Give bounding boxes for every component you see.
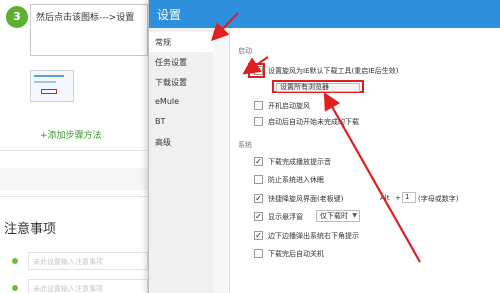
divider	[0, 196, 150, 197]
hotkey-modifier: Alt	[380, 194, 390, 202]
hotkey-hint: (字母或数字)	[418, 195, 459, 203]
settings-dialog: 设置 常规 任务设置 下载设置 eMule BT 高级 启动 ✓ 设置旋风为IE…	[148, 0, 500, 293]
float-mode-select[interactable]: 仅下载时 ▼	[316, 210, 360, 222]
sidebar-item-bt[interactable]: BT	[149, 112, 213, 132]
notice-bullet	[12, 258, 18, 264]
checkbox-checked[interactable]: ✓	[254, 194, 263, 203]
thumb-bar	[34, 81, 56, 83]
checkbox[interactable]	[254, 249, 263, 258]
step-screenshot-thumbnail[interactable]	[30, 70, 74, 102]
notice-input-1[interactable]: 未此设置输入注意事项	[28, 252, 148, 270]
settings-content: 启动 ✓ 设置旋风为IE默认下载工具(重启IE后生效) 设置所有浏览器 开机启动…	[229, 28, 500, 293]
add-step-method-link[interactable]: +添加步骤方法	[40, 128, 102, 141]
sidebar-item-advanced[interactable]: 高级	[149, 132, 213, 152]
section-strip	[0, 168, 150, 190]
notice-bullet	[12, 285, 18, 291]
checkbox-checked[interactable]: ✓	[254, 66, 263, 75]
dialog-title-bar: 设置	[149, 0, 500, 28]
divider	[0, 150, 150, 151]
thumb-highlight	[41, 89, 57, 94]
sidebar-item-task[interactable]: 任务设置	[149, 52, 213, 72]
notice-input-2[interactable]: 未此设置输入注意事项	[28, 279, 148, 293]
set-all-browsers-button[interactable]: 设置所有浏览器	[276, 83, 360, 92]
sidebar-item-download[interactable]: 下载设置	[149, 72, 213, 92]
checkbox-checked[interactable]: ✓	[254, 212, 263, 221]
checkbox-checked[interactable]: ✓	[254, 231, 263, 240]
checkbox-checked[interactable]: ✓	[254, 157, 263, 166]
sidebar-item-emule[interactable]: eMule	[149, 92, 213, 112]
chevron-down-icon: ▼	[352, 212, 357, 219]
step-number-badge: 3	[6, 6, 28, 28]
section-label-startup: 启动	[238, 47, 252, 55]
annotation-highlight: 设置所有浏览器	[272, 80, 364, 93]
section-label-system: 系统	[238, 141, 252, 149]
dialog-title: 设置	[157, 8, 182, 22]
hotkey-plus: +	[395, 194, 401, 202]
checkbox[interactable]	[254, 101, 263, 110]
hotkey-input[interactable]: 1	[402, 192, 416, 203]
settings-sidebar: 常规 任务设置 下载设置 eMule BT 高级	[149, 28, 213, 293]
checkbox[interactable]	[254, 175, 263, 184]
sidebar-item-general[interactable]: 常规	[149, 32, 213, 52]
thumb-bar	[34, 75, 64, 77]
checkbox[interactable]	[254, 117, 263, 126]
step-text-input[interactable]: 然后点击该图标--->设置	[30, 4, 148, 56]
notice-section-title: 注意事项	[4, 222, 57, 237]
